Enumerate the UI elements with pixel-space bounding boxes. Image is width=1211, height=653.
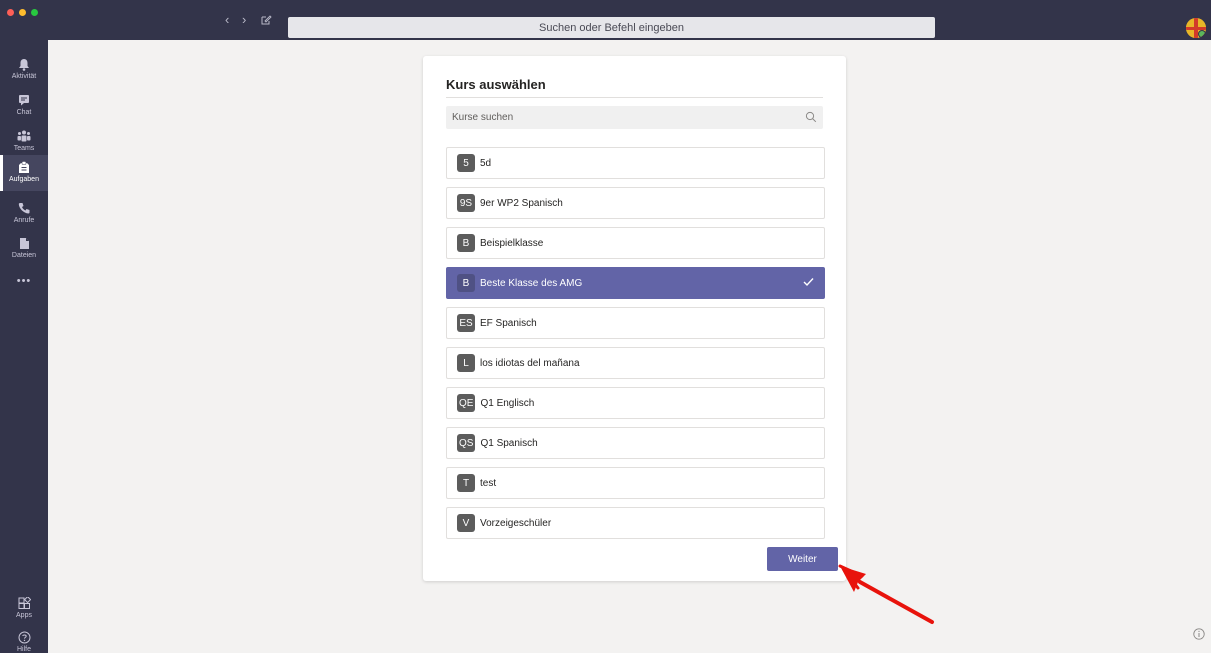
course-badge: ES [457, 314, 475, 332]
course-badge: 5 [457, 154, 475, 172]
assignments-icon [17, 160, 31, 174]
course-item-beste-klasse-des-amg[interactable]: B Beste Klasse des AMG [446, 267, 825, 299]
rail-item-label: Aufgaben [9, 176, 39, 183]
course-name: 9er WP2 Spanisch [480, 197, 563, 209]
course-item-ef-spanisch[interactable]: ES EF Spanisch [446, 307, 825, 339]
course-list: 5 5d 9S 9er WP2 Spanisch B Beispielklass… [446, 147, 825, 547]
rail-item-dateien[interactable]: Dateien [0, 231, 48, 267]
divider [446, 97, 823, 98]
course-item-test[interactable]: T test [446, 467, 825, 499]
app-rail: Aktivität Chat Teams Aufgaben Anrufe Dat… [0, 40, 48, 653]
course-item-los-idiotas-del-manana[interactable]: L los idiotas del mañana [446, 347, 825, 379]
course-item-9er-wp2-spanisch[interactable]: 9S 9er WP2 Spanisch [446, 187, 825, 219]
rail-item-aufgaben[interactable]: Aufgaben [0, 155, 48, 191]
course-name: Q1 Spanisch [480, 437, 538, 449]
course-badge: 9S [457, 194, 475, 212]
rail-item-hilfe[interactable]: Hilfe [0, 625, 48, 653]
course-name: Q1 Englisch [480, 397, 535, 409]
course-item-q1-englisch[interactable]: QE Q1 Englisch [446, 387, 825, 419]
info-icon[interactable] [1193, 628, 1205, 640]
more-icon: ••• [16, 275, 32, 287]
rail-item-label: Anrufe [13, 217, 35, 224]
rail-item-apps[interactable]: Apps [0, 591, 48, 627]
course-name: test [480, 477, 497, 489]
command-search-placeholder: Suchen oder Befehl eingeben [539, 21, 684, 34]
presence-available-icon [1198, 30, 1206, 38]
course-name: Beste Klasse des AMG [480, 277, 583, 289]
course-name: Vorzeigeschüler [480, 517, 552, 529]
minimize-window-button[interactable] [19, 9, 26, 16]
help-icon [17, 630, 31, 644]
rail-item-anrufe[interactable]: Anrufe [0, 196, 48, 232]
bell-icon [17, 57, 31, 71]
compose-icon[interactable] [261, 15, 272, 25]
course-item-vorzeigeschueler[interactable]: V Vorzeigeschüler [446, 507, 825, 539]
checkmark-icon [803, 278, 814, 287]
course-select-panel: Kurs auswählen 5 5d 9S 9er WP2 Spanisch … [423, 56, 846, 581]
close-window-button[interactable] [7, 9, 14, 16]
course-badge: T [457, 474, 475, 492]
search-icon[interactable] [805, 111, 817, 123]
rail-item-aktivitaet[interactable]: Aktivität [0, 52, 48, 88]
course-badge: L [457, 354, 475, 372]
page-title: Kurs auswählen [446, 77, 546, 92]
course-name: los idiotas del mañana [480, 357, 580, 369]
apps-icon [17, 596, 31, 610]
rail-item-label: Teams [13, 145, 35, 152]
course-name: Beispielklasse [480, 237, 544, 249]
course-item-5d[interactable]: 5 5d [446, 147, 825, 179]
annotation-arrow-icon [838, 564, 934, 624]
forward-arrow-icon[interactable]: › [242, 12, 246, 27]
chat-icon [17, 93, 31, 107]
course-search-box[interactable] [446, 106, 823, 129]
course-name: 5d [480, 157, 492, 169]
phone-icon [17, 201, 31, 215]
command-search-bar[interactable]: Suchen oder Befehl eingeben [288, 17, 935, 38]
files-icon [17, 236, 31, 250]
rail-item-label: Aktivität [11, 73, 37, 80]
title-bar: ‹ › Suchen oder Befehl eingeben [0, 0, 1211, 40]
rail-item-label: Chat [16, 109, 32, 116]
course-badge: QE [457, 394, 476, 412]
rail-item-label: Dateien [11, 252, 37, 259]
course-badge: B [457, 234, 475, 252]
course-item-beispielklasse[interactable]: B Beispielklasse [446, 227, 825, 259]
rail-more-button[interactable]: ••• [0, 271, 48, 293]
avatar[interactable] [1186, 18, 1206, 38]
course-item-q1-spanisch[interactable]: QS Q1 Spanisch [446, 427, 825, 459]
course-badge: B [457, 274, 475, 292]
back-arrow-icon[interactable]: ‹ [225, 12, 229, 27]
rail-item-label: Apps [16, 612, 32, 619]
rail-item-label: Hilfe [16, 646, 31, 653]
course-badge: QS [457, 434, 476, 452]
rail-item-chat[interactable]: Chat [0, 88, 48, 124]
course-badge: V [457, 514, 475, 532]
teams-icon [17, 129, 31, 143]
next-button[interactable]: Weiter [767, 547, 838, 571]
maximize-window-button[interactable] [31, 9, 38, 16]
course-search-input[interactable] [446, 111, 794, 124]
course-name: EF Spanisch [480, 317, 537, 329]
